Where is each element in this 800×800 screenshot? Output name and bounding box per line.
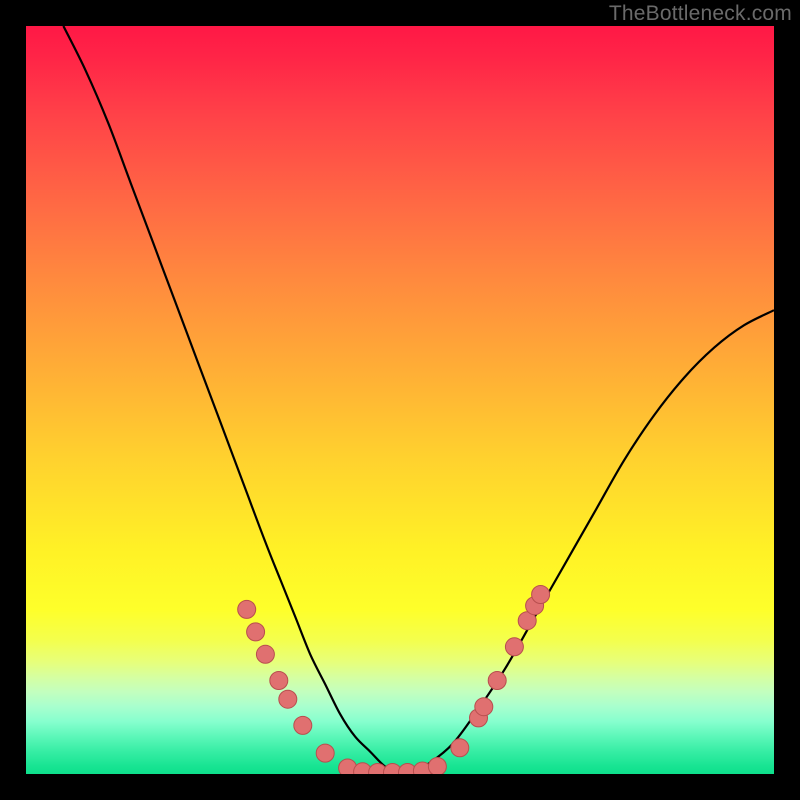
plot-area bbox=[26, 26, 774, 774]
watermark-text: TheBottleneck.com bbox=[609, 2, 792, 26]
gradient-background bbox=[26, 26, 774, 774]
chart-frame: TheBottleneck.com bbox=[0, 0, 800, 800]
